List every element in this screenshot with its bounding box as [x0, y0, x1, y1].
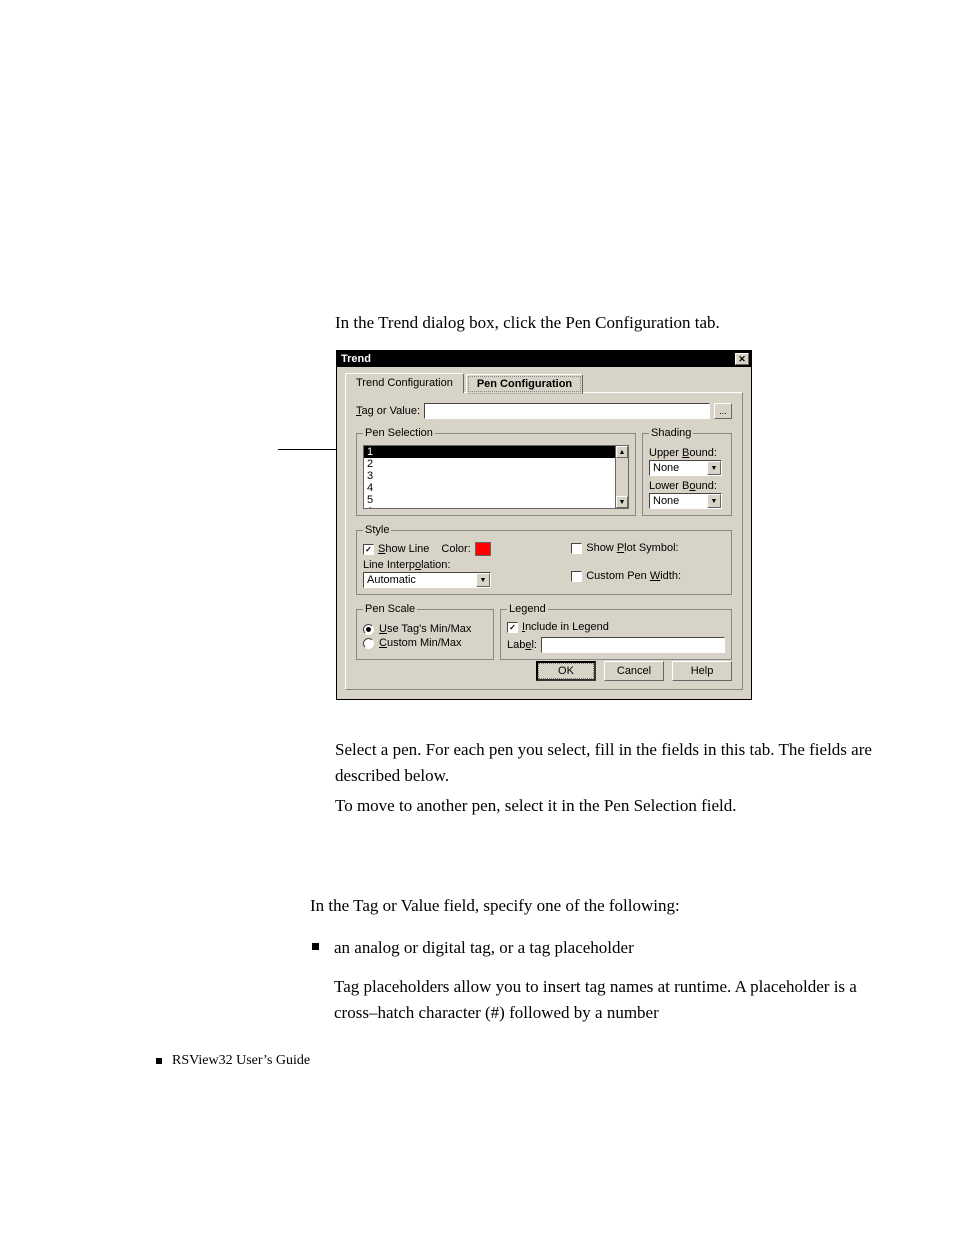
- tag-or-value-input[interactable]: [424, 403, 710, 419]
- pen-scale-group: Pen Scale Use Tag's Min/Max Custom Min/M…: [356, 603, 494, 660]
- pen-selection-legend: Pen Selection: [363, 427, 435, 439]
- lower-bound-label: Lower Bound:: [649, 480, 725, 492]
- show-line-checkbox[interactable]: ✓ Show Line Color:: [363, 542, 551, 556]
- select-pen-paragraph: Select a pen. For each pen you select, f…: [335, 737, 895, 788]
- scroll-down-icon[interactable]: ▼: [616, 496, 628, 508]
- pen-scale-legend: Pen Scale: [363, 603, 417, 615]
- checkbox-icon: [571, 571, 582, 582]
- trend-dialog: Trend ✕ Trend Configuration Pen Configur…: [336, 350, 752, 700]
- legend-label-input[interactable]: [541, 637, 725, 653]
- radio-icon: [363, 624, 374, 635]
- lower-bound-select[interactable]: None ▼: [649, 493, 722, 509]
- tab-strip: Trend Configuration Pen Configuration: [345, 373, 743, 393]
- style-group: Style ✓ Show Line Color: Line Interpolat…: [356, 524, 732, 595]
- checkbox-icon: ✓: [507, 622, 518, 633]
- help-button[interactable]: Help: [672, 661, 732, 681]
- tag-or-value-row: Tag or Value: ...: [356, 403, 732, 419]
- pen-item-3[interactable]: 3: [364, 470, 615, 482]
- line-interpolation-select[interactable]: Automatic ▼: [363, 572, 491, 588]
- scroll-up-icon[interactable]: ▲: [616, 446, 628, 458]
- pen-item-5[interactable]: 5: [364, 494, 615, 506]
- use-tag-minmax-radio[interactable]: Use Tag's Min/Max: [363, 623, 487, 635]
- line-interpolation-value: Automatic: [364, 574, 476, 586]
- color-label: Color:: [441, 543, 470, 555]
- line-interpolation-label: Line Interpolation:: [363, 559, 551, 571]
- legend-legend: Legend: [507, 603, 548, 615]
- shading-legend: Shading: [649, 427, 693, 439]
- bullet-analog-digital-tag: an analog or digital tag, or a tag place…: [310, 935, 895, 961]
- show-plot-symbol-checkbox[interactable]: Show Plot Symbol:: [571, 542, 681, 554]
- color-swatch[interactable]: [475, 542, 491, 556]
- include-in-legend-checkbox[interactable]: ✓ Include in Legend: [507, 621, 725, 633]
- ok-button[interactable]: OK: [536, 661, 596, 681]
- radio-icon: [363, 638, 374, 649]
- shading-group: Shading Upper Bound: None ▼ Lower Bound:…: [642, 427, 732, 516]
- pen-item-6[interactable]: 6: [364, 506, 615, 509]
- tag-or-value-label: Tag or Value:: [356, 405, 420, 417]
- tab-panel: Tag or Value: ... Pen Selection 1 2 3 4 …: [345, 392, 743, 690]
- bullet-body-placeholder: Tag placeholders allow you to insert tag…: [310, 974, 895, 1025]
- section-lead: In the Tag or Value field, specify one o…: [310, 893, 895, 919]
- legend-label-label: Label:: [507, 639, 537, 651]
- browse-button[interactable]: ...: [714, 403, 732, 419]
- pen-list-scrollbar[interactable]: ▲ ▼: [615, 445, 629, 509]
- style-legend: Style: [363, 524, 391, 536]
- tag-or-value-section: In the Tag or Value field, specify one o…: [310, 893, 895, 1041]
- tab-pen-configuration[interactable]: Pen Configuration: [466, 374, 583, 394]
- lower-bound-value: None: [650, 495, 707, 507]
- legend-group: Legend ✓ Include in Legend Label:: [500, 603, 732, 660]
- dialog-button-row: OK Cancel Help: [536, 661, 732, 681]
- pen-item-1[interactable]: 1: [364, 446, 615, 458]
- upper-bound-select[interactable]: None ▼: [649, 460, 722, 476]
- pen-selection-group: Pen Selection 1 2 3 4 5 6 ▲ ▼: [356, 427, 636, 516]
- chevron-down-icon[interactable]: ▼: [707, 494, 721, 508]
- custom-pen-width-checkbox[interactable]: Custom Pen Width:: [571, 570, 681, 582]
- footer-guide-label: RSView32 User’s Guide: [156, 1053, 310, 1069]
- move-pen-paragraph: To move to another pen, select it in the…: [335, 793, 895, 819]
- pen-item-2[interactable]: 2: [364, 458, 615, 470]
- intro-paragraph: In the Trend dialog box, click the Pen C…: [335, 310, 895, 336]
- dialog-titlebar: Trend ✕: [337, 351, 751, 367]
- dialog-title: Trend: [341, 353, 735, 365]
- upper-bound-value: None: [650, 462, 707, 474]
- pen-item-4[interactable]: 4: [364, 482, 615, 494]
- chevron-down-icon[interactable]: ▼: [476, 573, 490, 587]
- pen-selection-list[interactable]: 1 2 3 4 5 6: [363, 445, 615, 509]
- upper-bound-label: Upper Bound:: [649, 447, 725, 459]
- custom-minmax-radio[interactable]: Custom Min/Max: [363, 637, 487, 649]
- checkbox-icon: [571, 543, 582, 554]
- chevron-down-icon[interactable]: ▼: [707, 461, 721, 475]
- tab-trend-configuration[interactable]: Trend Configuration: [345, 373, 464, 393]
- cancel-button[interactable]: Cancel: [604, 661, 664, 681]
- close-icon[interactable]: ✕: [735, 353, 749, 365]
- checkbox-icon: ✓: [363, 544, 374, 555]
